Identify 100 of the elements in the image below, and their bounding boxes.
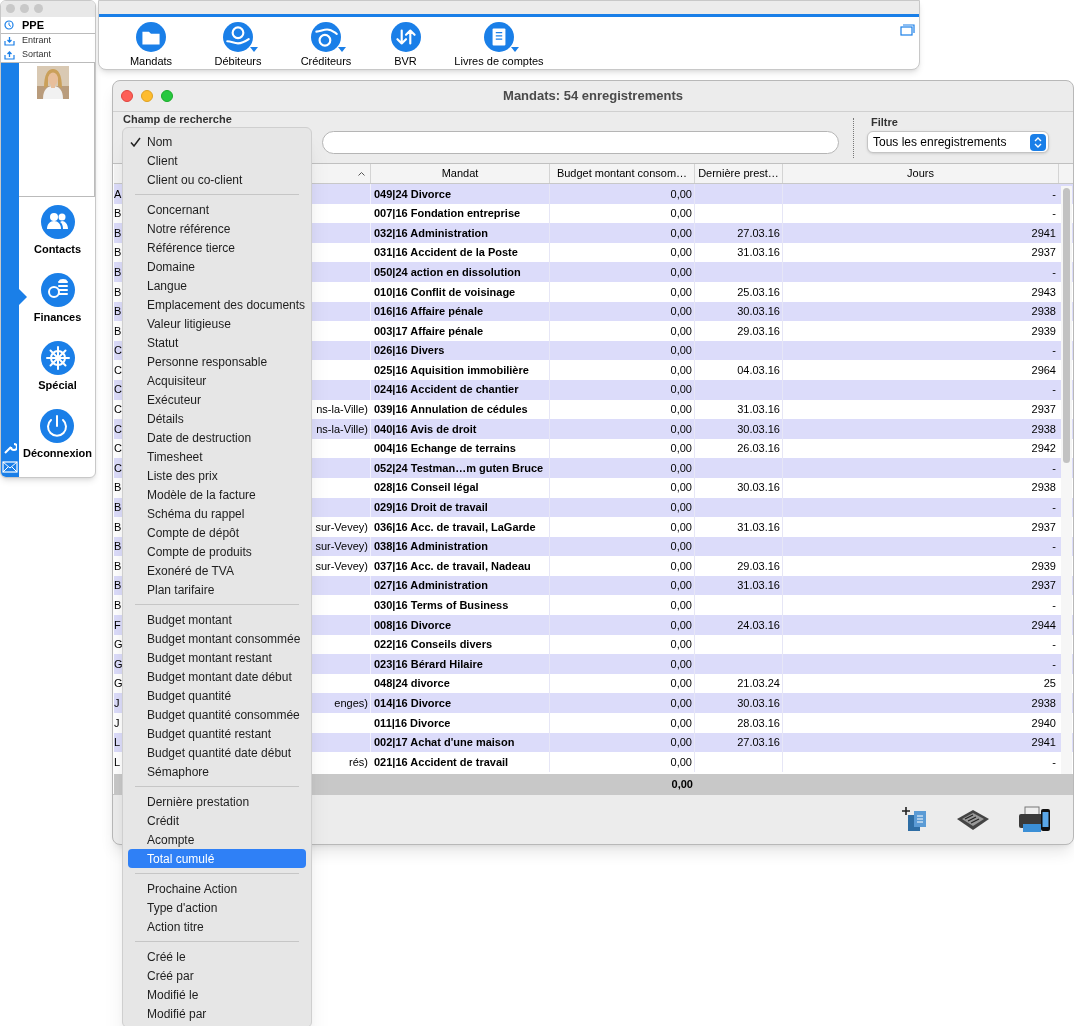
- printer-icon[interactable]: [1017, 804, 1051, 835]
- menu-item[interactable]: Acquisiteur: [128, 371, 306, 390]
- menu-item[interactable]: Statut: [128, 333, 306, 352]
- window-minimize-button[interactable]: [141, 90, 153, 102]
- toolbar-button[interactable]: Mandats: [111, 21, 191, 69]
- menu-item[interactable]: Budget quantité: [128, 686, 306, 705]
- window-close-button[interactable]: [121, 90, 133, 102]
- table-cell-text: C: [114, 421, 122, 437]
- table-cell-text: -: [1052, 637, 1056, 653]
- menu-item[interactable]: Concernant: [128, 200, 306, 219]
- sidebar-link[interactable]: Sortant: [22, 48, 52, 62]
- column-header[interactable]: Dernière prest…: [695, 164, 783, 183]
- column-header[interactable]: Jours: [783, 164, 1059, 183]
- table-cell-text: -: [1052, 500, 1056, 516]
- table-cell-text: 2942: [1031, 441, 1056, 457]
- nav-item[interactable]: Finances: [32, 273, 82, 326]
- menu-item[interactable]: Plan tarifaire: [128, 580, 306, 599]
- window-zoom-button[interactable]: [161, 90, 173, 102]
- menu-item[interactable]: Client ou co-client: [128, 170, 306, 189]
- menu-item[interactable]: Budget montant date début: [128, 667, 306, 686]
- toolbar-button[interactable]: BVR: [367, 21, 444, 69]
- menu-item[interactable]: Schéma du rappel: [128, 504, 306, 523]
- coins-icon: [40, 273, 75, 307]
- table-cell-text: C: [114, 382, 122, 398]
- table-cell-text: -: [1052, 754, 1056, 770]
- menu-item[interactable]: Emplacement des documents: [128, 295, 306, 314]
- window-title: PPE: [22, 17, 44, 33]
- mail-icon[interactable]: [2, 461, 18, 473]
- sidebar-link[interactable]: Entrant: [22, 34, 52, 48]
- table-cell-text: 0,00: [670, 715, 692, 731]
- power-icon: [40, 409, 75, 443]
- table-cell-text: 039|16 Annulation de cédules: [374, 402, 528, 418]
- table-cell-text: 0,00: [670, 382, 692, 398]
- table-cell-text: 014|16 Divorce: [374, 696, 452, 711]
- menu-item[interactable]: Exonéré de TVA: [128, 561, 306, 580]
- table-cell-text: -: [1052, 206, 1056, 222]
- menu-item[interactable]: Budget montant: [128, 610, 306, 629]
- column-header[interactable]: Budget montant consom…: [550, 164, 695, 183]
- menu-item[interactable]: Modifié le: [128, 985, 306, 1004]
- filter-label: Filtre: [871, 115, 898, 130]
- menu-item[interactable]: Dernière prestation: [128, 792, 306, 811]
- menu-item[interactable]: Personne responsable: [128, 352, 306, 371]
- table-cell-text: 0,00: [670, 656, 692, 672]
- table-cell-text: 25: [1043, 676, 1056, 692]
- menu-item[interactable]: Exécuteur: [128, 390, 306, 409]
- table-cell-text: 0,00: [670, 245, 692, 261]
- menu-item[interactable]: Nom: [128, 132, 306, 151]
- search-field[interactable]: [322, 131, 839, 154]
- menu-item[interactable]: Compte de produits: [128, 542, 306, 561]
- menu-item[interactable]: Budget quantité consommée: [128, 705, 306, 724]
- windows-icon[interactable]: [900, 23, 915, 36]
- menu-item[interactable]: Prochaine Action: [128, 879, 306, 898]
- table-cell-text: 26.03.16: [737, 441, 780, 457]
- menu-item[interactable]: Référence tierce: [128, 238, 306, 257]
- menu-item[interactable]: Budget quantité date début: [128, 743, 306, 762]
- table-cell-text: 0,00: [670, 186, 692, 202]
- menu-item[interactable]: Total cumulé: [128, 849, 306, 868]
- table-cell-text: 0,00: [670, 304, 692, 320]
- table-cell-text: 0,00: [670, 402, 692, 418]
- nav-item[interactable]: Déconnexion: [21, 409, 93, 462]
- menu-item[interactable]: Compte de dépôt: [128, 523, 306, 542]
- table-cell-text: 0,00: [670, 539, 692, 555]
- menu-item[interactable]: Crédit: [128, 811, 306, 830]
- nav-item[interactable]: Spécial: [37, 341, 77, 394]
- menu-item[interactable]: Langue: [128, 276, 306, 295]
- filter-dropdown[interactable]: Tous les enregistrements: [867, 131, 1049, 153]
- menu-item[interactable]: Date de destruction: [128, 428, 306, 447]
- menu-item[interactable]: Modifié par: [128, 1004, 306, 1023]
- menu-item[interactable]: Type d'action: [128, 898, 306, 917]
- menu-item[interactable]: Détails: [128, 409, 306, 428]
- wrench-icon[interactable]: [3, 441, 17, 455]
- table-cell-text: 040|16 Avis de droit: [374, 421, 477, 437]
- menu-item[interactable]: Créé le: [128, 947, 306, 966]
- table-cell-text: G: [114, 656, 123, 672]
- menu-item[interactable]: Budget montant consommée: [128, 629, 306, 648]
- scrollbar[interactable]: [1061, 186, 1072, 774]
- menu-item[interactable]: Domaine: [128, 257, 306, 276]
- toolbar-button[interactable]: Débiteurs: [191, 21, 285, 69]
- menu-item[interactable]: Liste des prix: [128, 466, 306, 485]
- coin-hand-icon: [311, 21, 341, 52]
- menu-item[interactable]: Timesheet: [128, 447, 306, 466]
- column-header[interactable]: Mandat: [371, 164, 550, 183]
- table-cell-text: 0,00: [670, 343, 692, 359]
- menu-item[interactable]: Client: [128, 151, 306, 170]
- menu-item[interactable]: Action titre: [128, 917, 306, 936]
- menu-item[interactable]: Valeur litigieuse: [128, 314, 306, 333]
- toolbar-button[interactable]: Créditeurs: [285, 21, 367, 69]
- menu-item[interactable]: Budget montant restant: [128, 648, 306, 667]
- toolbar-button[interactable]: Livres de comptes: [444, 21, 554, 69]
- table-cell-text: 022|16 Conseils divers: [374, 637, 493, 653]
- menu-item[interactable]: Budget quantité restant: [128, 724, 306, 743]
- menu-item[interactable]: Acompte: [128, 830, 306, 849]
- nav-item[interactable]: Contacts: [32, 205, 82, 258]
- menu-item[interactable]: Créé par: [128, 966, 306, 985]
- table-cell-text: 008|16 Divorce: [374, 617, 452, 633]
- table-cell-text: 2939: [1031, 558, 1056, 574]
- table-cell-text: B: [114, 304, 122, 320]
- menu-item[interactable]: Sémaphore: [128, 762, 306, 781]
- menu-item[interactable]: Notre référence: [128, 219, 306, 238]
- menu-item[interactable]: Modèle de la facture: [128, 485, 306, 504]
